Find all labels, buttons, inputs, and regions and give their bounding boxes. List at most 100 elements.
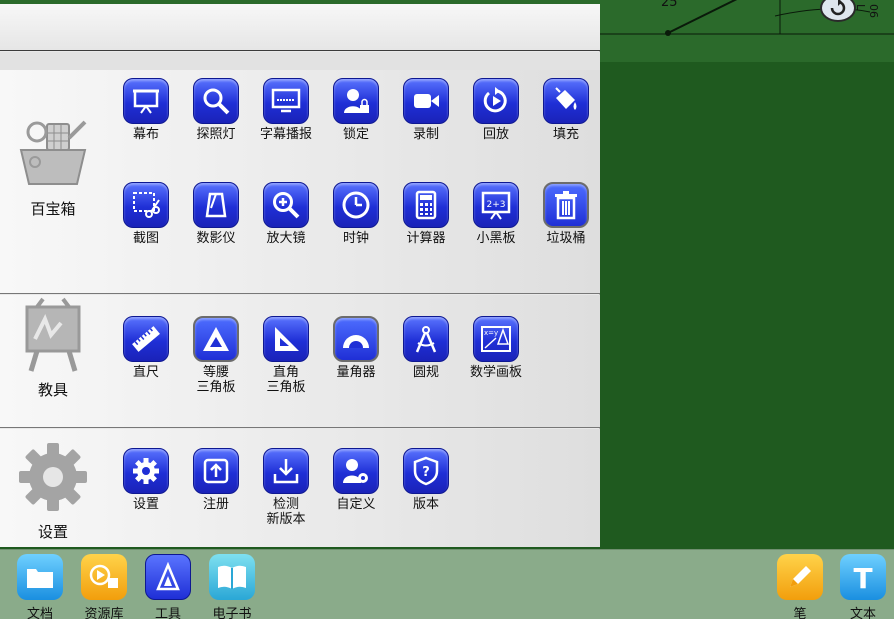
tool-spotlight[interactable]: 探照灯: [181, 78, 251, 142]
ruler-icon: [123, 316, 169, 362]
tool-label: 注册: [202, 497, 229, 512]
isosceles-triangle-icon: [193, 316, 239, 362]
tool-screenshot[interactable]: 截图: [111, 182, 181, 246]
taskbar-documents[interactable]: 文档: [8, 554, 72, 619]
tool-replay[interactable]: 回放: [461, 78, 531, 142]
blackboard-icon: 2+3: [473, 182, 519, 228]
taskbar-label: 文档: [26, 607, 53, 619]
svg-text:?: ?: [422, 465, 430, 480]
tool-blackboard[interactable]: 2+3 小黑板: [461, 182, 531, 246]
tool-ruler[interactable]: 直尺: [111, 316, 181, 380]
panel-spacer: [0, 52, 600, 70]
download-icon: [263, 448, 309, 494]
svg-text:x=y: x=y: [484, 329, 498, 337]
tool-right-triangle[interactable]: 直角 三角板: [251, 316, 321, 395]
tool-version[interactable]: ? 版本: [391, 448, 461, 512]
tool-label: 量角器: [336, 365, 376, 380]
section-treasure-box: 百宝箱 幕布 探照灯 字幕播报 锁定 录制 回放 填充 截图 数影仪 放大镜 时…: [0, 70, 600, 294]
clock-icon: [333, 182, 379, 228]
paint-bucket-icon: [543, 78, 589, 124]
tool-label: 垃圾桶: [546, 231, 586, 246]
ruler-label: 06 L: [854, 4, 880, 18]
triangle-tools-icon: [145, 554, 191, 600]
tool-label: 直尺: [132, 365, 159, 380]
tool-document-camera[interactable]: 数影仪: [181, 182, 251, 246]
taskbar-tools[interactable]: 工具: [136, 554, 200, 619]
tool-label: 放大镜: [266, 231, 306, 246]
tool-label: 等腰 三角板: [196, 365, 236, 395]
tool-label: 小黑板: [476, 231, 516, 246]
panel-header: [0, 4, 600, 51]
tool-label: 幕布: [132, 127, 159, 142]
category-treasure-box: 百宝箱: [8, 114, 98, 219]
pen-icon: [777, 554, 823, 600]
tool-trash[interactable]: 垃圾桶: [531, 182, 601, 246]
taskbar-label: 电子书: [212, 607, 252, 619]
taskbar-label: 文本: [849, 607, 876, 619]
taskbar-label: 资源库: [84, 607, 124, 619]
compass-icon: [403, 316, 449, 362]
screenshot-scissors-icon: [123, 182, 169, 228]
category-teaching-tools: 教具: [8, 295, 98, 400]
math-board-icon: x=y: [473, 316, 519, 362]
easel-icon: [13, 295, 93, 375]
tool-isosceles-triangle[interactable]: 等腰 三角板: [181, 316, 251, 395]
tool-label: 探照灯: [196, 127, 236, 142]
tool-label: 自定义: [336, 497, 376, 512]
gear-icon: [13, 437, 93, 517]
tool-register[interactable]: 注册: [181, 448, 251, 512]
tool-label: 录制: [412, 127, 439, 142]
tool-record[interactable]: 录制: [391, 78, 461, 142]
shield-question-icon: ?: [403, 448, 449, 494]
right-triangle-icon: [263, 316, 309, 362]
tool-label: 字幕播报: [259, 127, 312, 142]
taskbar-ebook[interactable]: 电子书: [200, 554, 264, 619]
tool-curtain[interactable]: 幕布: [111, 78, 181, 142]
category-label: 设置: [37, 523, 68, 541]
tool-customize[interactable]: 自定义: [321, 448, 391, 512]
folder-icon: [17, 554, 63, 600]
taskbar-pen[interactable]: 笔: [768, 554, 832, 619]
tool-fill[interactable]: 填充: [531, 78, 601, 142]
tool-label: 计算器: [406, 231, 446, 246]
taskbar-resource-library[interactable]: 资源库: [72, 554, 136, 619]
category-label: 教具: [37, 381, 68, 399]
tool-label: 设置: [132, 497, 159, 512]
replay-icon: [473, 78, 519, 124]
tool-label: 圆规: [412, 365, 439, 380]
media-library-icon: [81, 554, 127, 600]
taskbar-text[interactable]: T 文本: [831, 554, 894, 619]
tool-label: 直角 三角板: [266, 365, 306, 395]
register-icon: [193, 448, 239, 494]
tool-math-board[interactable]: x=y 数学画板: [461, 316, 531, 380]
spotlight-icon: [193, 78, 239, 124]
gear-icon: [123, 448, 169, 494]
text-icon: T: [840, 554, 886, 600]
angle-label: 25°: [661, 0, 685, 10]
category-label: 百宝箱: [30, 200, 76, 218]
tool-magnifier[interactable]: 放大镜: [251, 182, 321, 246]
svg-text:2+3: 2+3: [487, 200, 506, 210]
document-camera-icon: [193, 182, 239, 228]
svg-text:T: T: [853, 562, 872, 592]
category-settings: 设置: [8, 437, 98, 542]
section-settings: 设置 设置 注册 检测 新版本 自定义 ? 版本: [0, 429, 600, 547]
lock-user-icon: [333, 78, 379, 124]
tool-label: 数学画板: [469, 365, 522, 380]
tool-label: 回放: [482, 127, 509, 142]
tool-settings[interactable]: 设置: [111, 448, 181, 512]
calculator-icon: [403, 182, 449, 228]
tool-lock[interactable]: 锁定: [321, 78, 391, 142]
tool-subtitle[interactable]: 字幕播报: [251, 78, 321, 142]
tool-clock[interactable]: 时钟: [321, 182, 391, 246]
tool-compass[interactable]: 圆规: [391, 316, 461, 380]
bottom-taskbar: 文档 资源库 工具 电子书 笔 T 文本: [0, 549, 894, 619]
tool-check-update[interactable]: 检测 新版本: [251, 448, 321, 527]
trash-icon: [543, 182, 589, 228]
book-icon: [209, 554, 255, 600]
subtitle-icon: [263, 78, 309, 124]
tool-protractor[interactable]: 量角器: [321, 316, 391, 380]
curtain-icon: [123, 78, 169, 124]
tool-calculator[interactable]: 计算器: [391, 182, 461, 246]
tool-panel: 百宝箱 幕布 探照灯 字幕播报 锁定 录制 回放 填充 截图 数影仪 放大镜 时…: [0, 4, 600, 547]
